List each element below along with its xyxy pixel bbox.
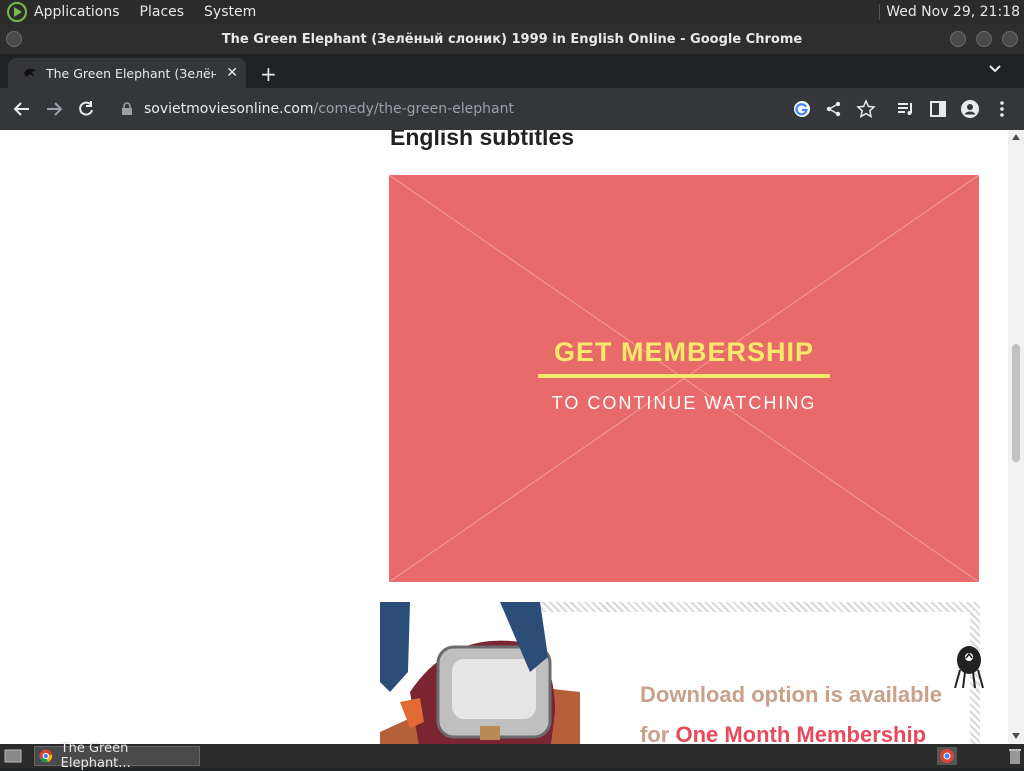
tab-search-chevron-icon[interactable] — [988, 64, 1002, 74]
distro-logo-icon[interactable] — [6, 1, 28, 23]
new-tab-button[interactable]: + — [260, 62, 277, 86]
continue-watching-text: TO CONTINUE WATCHING — [551, 393, 817, 413]
scroll-to-top-rocket-icon[interactable] — [952, 644, 986, 688]
download-for-text: for — [640, 722, 670, 744]
maximize-button[interactable] — [976, 31, 992, 47]
address-bar[interactable]: sovietmoviesonline.com/comedy/the-green-… — [108, 93, 774, 125]
menu-places[interactable]: Places — [140, 4, 185, 20]
google-lens-icon[interactable] — [792, 99, 812, 119]
forward-arrow-icon[interactable] — [44, 99, 64, 119]
menu-system[interactable]: System — [204, 4, 256, 20]
tab-close-icon[interactable]: ✕ — [226, 65, 238, 81]
scroll-up-arrow-icon[interactable] — [1012, 134, 1020, 140]
striped-border-top — [530, 602, 980, 612]
scrollbar-thumb[interactable] — [1012, 344, 1020, 462]
get-membership-link[interactable]: GET MEMBERSHIP — [389, 337, 979, 368]
system-top-bar: Applications Places System Wed Nov 29, 2… — [0, 0, 1024, 24]
scroll-down-arrow-icon[interactable] — [1012, 733, 1020, 739]
cta-underline — [538, 374, 830, 378]
back-arrow-icon[interactable] — [12, 99, 32, 119]
chrome-menu-icon[interactable] — [992, 99, 1012, 119]
placeholder-cross-lines — [389, 175, 979, 582]
system-clock[interactable]: Wed Nov 29, 21:18 — [879, 4, 1020, 20]
tab-title: The Green Elephant (Зелёный слоник) 1999… — [46, 65, 216, 81]
menu-applications[interactable]: Applications — [34, 4, 120, 20]
browser-toolbar: sovietmoviesonline.com/comedy/the-green-… — [0, 88, 1024, 130]
download-availability-text: Download option is available — [640, 682, 942, 707]
media-queue-icon[interactable] — [896, 99, 916, 119]
url-host: sovietmoviesonline.com — [144, 101, 314, 117]
trash-icon[interactable] — [1008, 747, 1022, 765]
taskbar-chrome-window[interactable]: The Green Elephant... — [34, 741, 200, 771]
minimize-button[interactable] — [950, 31, 966, 47]
close-window-button[interactable] — [1002, 31, 1018, 47]
window-title: The Green Elephant (Зелёный слоник) 1999… — [221, 31, 803, 47]
site-favicon-icon — [24, 68, 36, 77]
side-panel-icon[interactable] — [928, 99, 948, 119]
page-viewport: English subtitles GET MEMBERSHIP TO CONT… — [0, 130, 1008, 744]
tray-chrome-icon[interactable] — [937, 747, 957, 765]
lock-icon[interactable] — [120, 102, 134, 116]
taskbar-task-label: The Green Elephant... — [60, 741, 131, 771]
section-heading: English subtitles — [390, 130, 575, 150]
reload-icon[interactable] — [76, 99, 96, 119]
bookmark-star-icon[interactable] — [856, 99, 876, 119]
tab-strip: The Green Elephant (Зелёный слоник) 1999… — [0, 54, 1024, 88]
tv-illustration-image — [380, 602, 580, 744]
window-titlebar: The Green Elephant (Зелёный слоник) 1999… — [0, 24, 1024, 54]
show-desktop-icon[interactable] — [4, 748, 22, 764]
share-icon[interactable] — [824, 99, 844, 119]
profile-avatar-icon[interactable] — [960, 99, 980, 119]
bottom-taskbar: The Green Elephant... — [0, 741, 1024, 771]
window-menu-button[interactable] — [6, 31, 22, 47]
page-scrollbar[interactable] — [1008, 130, 1024, 744]
url-path: /comedy/the-green-elephant — [313, 101, 514, 117]
chrome-logo-icon — [39, 749, 53, 763]
one-month-membership-link[interactable]: One Month Membership — [675, 722, 926, 744]
download-info-section: Download option is available for One Mon… — [380, 602, 980, 744]
membership-promo-banner[interactable]: GET MEMBERSHIP TO CONTINUE WATCHING — [389, 175, 979, 582]
active-tab[interactable]: The Green Elephant (Зелёный слоник) 1999… — [8, 58, 246, 88]
download-membership-line: for One Month Membership — [640, 722, 926, 744]
